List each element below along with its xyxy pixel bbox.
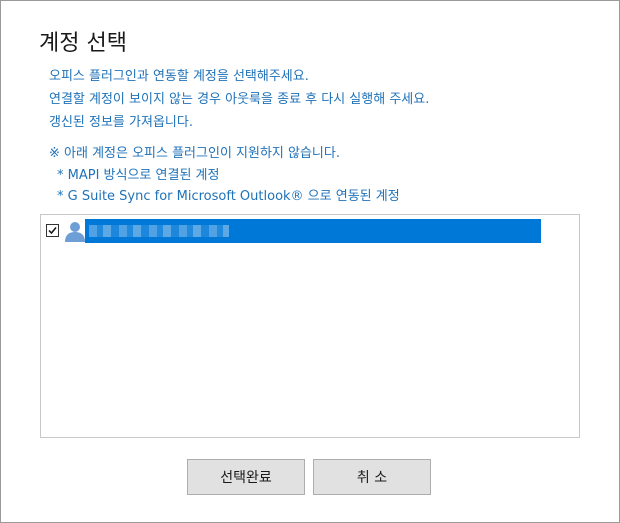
dialog-title: 계정 선택 — [39, 31, 127, 56]
description-line-2: 연결할 계정이 보이지 않는 경우 아웃룩을 종료 후 다시 실행해 주세요. — [49, 92, 430, 107]
notice-item-mapi: * MAPI 방식으로 연결된 계정 — [57, 168, 220, 183]
notice-heading: ※ 아래 계정은 오피스 플러그인이 지원하지 않습니다. — [49, 146, 340, 161]
notice-item-gsuite: * G Suite Sync for Microsoft Outlook® 으로… — [57, 189, 400, 204]
description-line-3: 갱신된 정보를 가져옵니다. — [49, 115, 193, 130]
account-list[interactable] — [40, 214, 580, 438]
checkbox-checked-icon[interactable] — [46, 224, 59, 237]
account-select-dialog: 계정 선택 오피스 플러그인과 연동할 계정을 선택해주세요. 연결할 계정이 … — [0, 0, 620, 523]
account-list-item[interactable] — [45, 219, 542, 243]
account-email-selected[interactable] — [85, 219, 541, 243]
user-icon — [64, 220, 86, 242]
redacted-email — [89, 225, 229, 237]
confirm-button[interactable]: 선택완료 — [187, 459, 305, 495]
description-line-1: 오피스 플러그인과 연동할 계정을 선택해주세요. — [49, 69, 309, 84]
cancel-button[interactable]: 취 소 — [313, 459, 431, 495]
